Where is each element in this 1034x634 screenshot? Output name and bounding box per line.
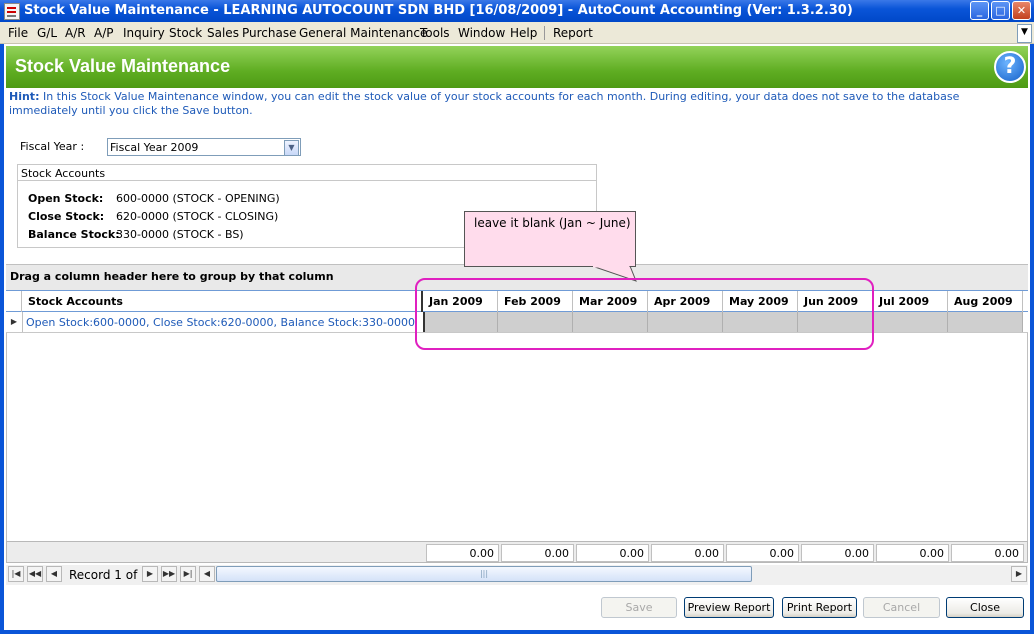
total-feb: 0.00 [501,544,574,562]
hint-panel: Hint: In this Stock Value Maintenance wi… [6,88,1028,122]
maximize-icon[interactable]: □ [991,1,1010,20]
balance-stock-value: 330-0000 (STOCK - BS) [116,228,244,241]
menu-ar[interactable]: A/R [65,26,86,40]
menu-inquiry[interactable]: Inquiry [123,26,165,40]
row-indicator-header [6,291,22,312]
total-jun: 0.00 [801,544,874,562]
page-title: Stock Value Maintenance [15,56,231,76]
record-count: Record 1 of 1 [69,568,149,582]
help-icon[interactable]: ? [994,51,1026,83]
last-record-icon[interactable]: ▶| [180,566,196,582]
preview-report-button[interactable]: Preview Report [684,597,774,618]
scroll-left-icon[interactable]: ◀ [199,566,215,582]
chevron-down-icon[interactable]: ▼ [284,140,299,156]
hint-text: In this Stock Value Maintenance window, … [9,90,960,117]
prev-page-icon[interactable]: ◀◀ [27,566,43,582]
group-by-hint: Drag a column header here to group by th… [10,270,334,283]
first-record-icon[interactable]: |◀ [8,566,24,582]
close-stock-row: Close Stock: 620-0000 (STOCK - CLOSING) [28,210,278,223]
print-report-button[interactable]: Print Report [782,597,857,618]
window-title: Stock Value Maintenance - LEARNING AUTOC… [24,3,853,18]
open-stock-row: Open Stock: 600-0000 (STOCK - OPENING) [28,192,280,205]
chevron-down-icon[interactable]: ▼ [1017,24,1032,43]
fiscal-year-label: Fiscal Year : [20,140,85,153]
scroll-right-icon[interactable]: ▶ [1011,566,1027,582]
column-header-stock-accounts[interactable]: Stock Accounts [22,291,423,312]
cancel-button[interactable]: Cancel [863,597,940,618]
menu-purchase[interactable]: Purchase [242,26,297,40]
menu-file[interactable]: File [8,26,28,40]
cell-aug[interactable] [948,312,1023,332]
grid-footer-totals: 0.00 0.00 0.00 0.00 0.00 0.00 0.00 0.00 [6,541,1028,563]
menu-help[interactable]: Help [510,26,537,40]
horizontal-scrollbar[interactable]: ||| [216,566,752,582]
total-aug: 0.00 [951,544,1024,562]
menu-gl[interactable]: G/L [37,26,57,40]
fiscal-year-select[interactable]: Fiscal Year 2009 ▼ [107,138,301,156]
hint-label: Hint: [9,90,40,103]
cell-jul[interactable] [873,312,948,332]
total-apr: 0.00 [651,544,724,562]
balance-stock-row: Balance Stock:330-0000 (STOCK - BS) [28,228,244,241]
title-bar: Stock Value Maintenance - LEARNING AUTOC… [0,0,1034,22]
close-icon[interactable]: ✕ [1012,1,1031,20]
row-stock-accounts-cell[interactable]: Open Stock:600-0000, Close Stock:620-000… [26,316,415,329]
save-button[interactable]: Save [601,597,677,618]
menu-tools[interactable]: Tools [420,26,450,40]
close-stock-label: Close Stock: [28,210,105,223]
menu-separator [544,26,545,40]
prev-record-icon[interactable]: ◀ [46,566,62,582]
open-stock-value: 600-0000 (STOCK - OPENING) [116,192,280,205]
open-stock-label: Open Stock: [28,192,104,205]
total-may: 0.00 [726,544,799,562]
menu-sales[interactable]: Sales [207,26,239,40]
menu-window[interactable]: Window [458,26,505,40]
record-navigator: |◀ ◀◀ ◀ Record 1 of 1 ▶ ▶▶ ▶| ◀ ||| ▶ [6,565,1028,585]
total-mar: 0.00 [576,544,649,562]
menu-ap[interactable]: A/P [94,26,114,40]
menu-bar: File G/L A/R A/P Inquiry Stock Sales Pur… [0,22,1034,44]
grid-body [6,333,1028,541]
close-button[interactable]: Close [946,597,1024,618]
close-stock-value: 620-0000 (STOCK - CLOSING) [116,210,279,223]
minimize-icon[interactable]: _ [970,1,989,20]
total-jul: 0.00 [876,544,949,562]
callout-text: leave it blank (Jan ~ June) [474,216,631,230]
balance-stock-label: Balance Stock: [28,228,120,241]
column-header-jul[interactable]: Jul 2009 [873,291,948,312]
annotation-callout: leave it blank (Jan ~ June) [464,211,636,267]
total-jan: 0.00 [426,544,499,562]
menu-stock[interactable]: Stock [169,26,202,40]
stock-accounts-legend: Stock Accounts [18,165,596,181]
app-icon [4,3,20,20]
next-record-icon[interactable]: ▶ [142,566,158,582]
menu-report[interactable]: Report [553,26,593,40]
row-indicator-icon: ▶ [6,312,23,332]
page-header: Stock Value Maintenance ? [6,46,1028,88]
fiscal-year-value: Fiscal Year 2009 [110,141,199,154]
next-page-icon[interactable]: ▶▶ [161,566,177,582]
menu-general-maintenance[interactable]: General Maintenance [299,26,427,40]
column-header-aug[interactable]: Aug 2009 [948,291,1023,312]
